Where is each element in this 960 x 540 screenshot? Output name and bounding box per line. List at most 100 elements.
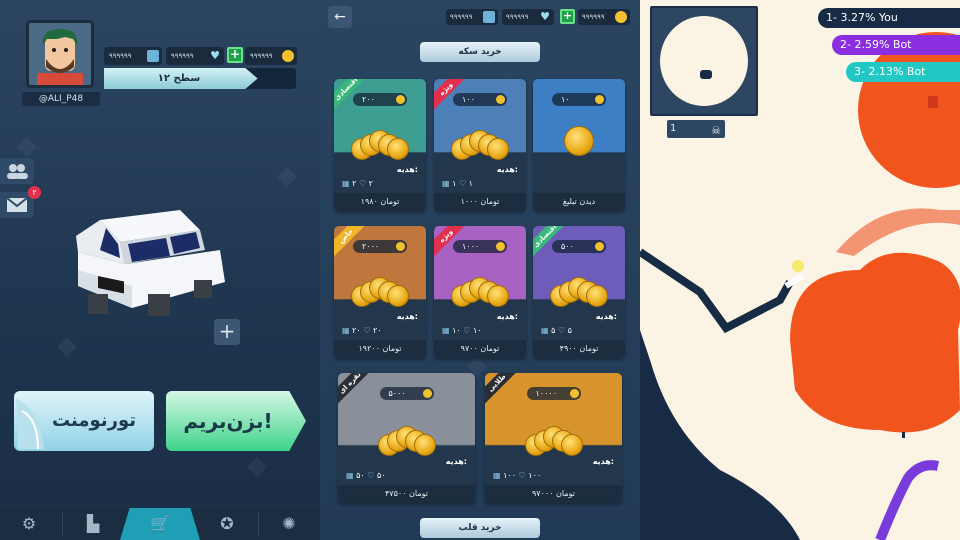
gift-hearts-value: ۱ (468, 179, 473, 188)
tab-achievements[interactable]: ✪ (198, 508, 256, 540)
leaderboard-entry: 3- 2.13% Bot (846, 62, 960, 82)
gems-value: ۹۹۹۹۹۹ (109, 52, 132, 60)
gift-gems-value: ۲ (352, 179, 359, 188)
gems-counter: ۹۹۹۹۹۹ (104, 47, 162, 65)
gem-icon: ▦ (342, 179, 353, 188)
coin-pack-card[interactable]: اقتصادی ۲۰۰ هدیه: ▦ ۲ ♡ ۲ ۱۹۸۰ تومان (334, 79, 426, 211)
tournament-label: تورنومنت (52, 410, 136, 431)
tab-settings[interactable]: ⚙ (0, 508, 58, 540)
gem-icon: ▦ (442, 179, 453, 188)
screenshot-collage: @ALI_P48 ۹۹۹۹۹۹ ۹۹۹۹۹۹ ♥ + ۹۹۹۹۹۹ سطح ۱۲… (0, 0, 960, 540)
coins-section-title: خرید سکه (420, 42, 540, 62)
bottom-tab-bar: ⚙ ▙ 🛒 ✪ ✺ (0, 508, 320, 540)
coin-image (487, 285, 509, 307)
gems-counter: ۹۹۹۹۹۹ (446, 9, 498, 25)
hearts-value: ۹۹۹۹۹۹ (506, 13, 529, 21)
gift-label: هدیه: (595, 312, 617, 321)
gem-icon: ▦ (442, 326, 453, 335)
coin-pack-card[interactable]: طلایی ۱۰۰۰۰ هدیه: ▦ ۱۰۰ ♡ ۱۰۰ ۹۷۰۰۰ تومان (485, 373, 622, 503)
coin-pack-card[interactable]: نقره ای ۵۰۰۰ هدیه: ▦ ۵۰ ♡ ۵۰ ۴۷۵۰۰ تومان (338, 373, 475, 503)
heart-icon: ♡ (363, 326, 373, 335)
add-coins-button[interactable]: + (560, 9, 575, 24)
gift-hearts-value: ۲ (368, 179, 373, 188)
avatar[interactable] (26, 20, 94, 88)
hearts-counter: ۹۹۹۹۹۹ ♥ (166, 47, 224, 65)
username-label: @ALI_P48 (22, 92, 100, 106)
coin-pile-image (334, 226, 426, 358)
gift-rewards: ▦ ۱۰ ♡ ۱۰ (442, 326, 482, 335)
coin-pile-image (338, 373, 475, 503)
level-label: سطح ۱۲ (157, 73, 201, 84)
level-bar: سطح ۱۲ (104, 68, 296, 89)
pack-price: ۴۷۵۰۰ تومان (338, 485, 475, 503)
tab-divider (258, 512, 259, 536)
play-button[interactable]: بزن‌بریم! (166, 391, 306, 451)
coin-pile-image (434, 226, 526, 358)
gift-hearts-value: ۵ (567, 326, 572, 335)
wing-icon (16, 399, 44, 450)
bg-pattern (57, 337, 77, 357)
car-image (76, 210, 225, 316)
gift-hearts-value: ۱۰۰ (528, 471, 542, 480)
heart-icon: ♡ (557, 326, 568, 335)
gift-label: هدیه: (396, 312, 418, 321)
heart-icon: ♡ (358, 179, 369, 188)
tab-customize[interactable]: ✺ (260, 508, 318, 540)
bg-pattern (247, 457, 267, 477)
pack-price: ۱۰۰۰ تومان (434, 193, 526, 211)
play-label: بزن‌بریم! (183, 409, 273, 433)
tab-shop[interactable]: 🛒 (120, 508, 200, 540)
badge-icon: ✪ (220, 514, 234, 533)
pack-price: ۱۹۸۰ تومان (334, 193, 426, 211)
hearts-counter: ۹۹۹۹۹۹ ♥ (502, 9, 554, 25)
players-count: 1 ☠ (667, 120, 725, 138)
coin-image (387, 138, 409, 160)
gem-icon: ▦ (493, 471, 504, 480)
tournament-button[interactable]: تورنومنت (14, 391, 154, 451)
coins-counter: ۹۹۹۹۹۹ (245, 47, 297, 65)
tab-leaderboard[interactable]: ▙ (64, 508, 122, 540)
coin-pack-card[interactable]: ویژه ۱۰۰۰ هدیه: ▦ ۱۰ ♡ ۱۰ ۹۷۰۰ تومان (434, 226, 526, 358)
coins-value: ۹۹۹۹۹۹ (250, 52, 273, 60)
minimap-arena (660, 16, 748, 106)
pack-price: ۹۷۰۰۰ تومان (485, 485, 622, 503)
gift-gems-value: ۱۰ (452, 326, 464, 335)
heart-icon: ♥ (540, 10, 550, 23)
gift-gems-value: ۵۰ (356, 471, 368, 480)
gift-label: هدیه: (496, 165, 518, 174)
gift-hearts-value: ۱۰ (472, 326, 482, 335)
gift-hearts-value: ۲۰ (372, 326, 382, 335)
minimap-player-marker (700, 70, 712, 79)
gift-gems-value: ۱ (452, 179, 459, 188)
coin-pack-card[interactable]: ویژه ۱۰۰ هدیه: ▦ ۱ ♡ ۱ ۱۰۰۰ تومان (434, 79, 526, 211)
gift-rewards: ▦ ۱ ♡ ۱ (442, 179, 473, 188)
heart-icon: ♡ (367, 471, 377, 480)
friends-button[interactable] (0, 158, 34, 184)
gift-rewards: ▦ ۲۰ ♡ ۲۰ (342, 326, 382, 335)
gift-rewards: ▦ ۵۰ ♡ ۵۰ (346, 471, 386, 480)
back-button[interactable]: ← (328, 6, 352, 28)
tab-divider (62, 512, 63, 536)
add-car-button[interactable]: + (214, 319, 240, 345)
gift-rewards: ▦ ۱۰۰ ♡ ۱۰۰ (493, 471, 541, 480)
pack-price: دیدن تبلیغ (533, 193, 625, 211)
gift-label: هدیه: (445, 457, 467, 466)
add-coins-button[interactable]: + (227, 47, 243, 63)
pack-price: ۱۹۲۰۰ تومان (334, 340, 426, 358)
coin-image (586, 285, 608, 307)
gems-value: ۹۹۹۹۹۹ (450, 13, 473, 21)
messages-badge: ۲ (28, 186, 41, 199)
gift-gems-value: ۵ (551, 326, 558, 335)
hearts-value: ۹۹۹۹۹۹ (171, 52, 194, 60)
back-arrow-icon: ← (334, 9, 346, 25)
coin-pack-card[interactable]: خاص ۲۰۰۰ هدیه: ▦ ۲۰ ♡ ۲۰ ۱۹۲۰۰ تومان (334, 226, 426, 358)
coin-image (487, 138, 509, 160)
coin-pack-card[interactable]: ۱۰ دیدن تبلیغ (533, 79, 625, 211)
skull-icon: ☠ (711, 124, 721, 137)
coin-pack-card[interactable]: اقتصادی ۵۰۰ هدیه: ▦ ۵ ♡ ۵ ۴۹۰۰ تومان (533, 226, 625, 358)
gift-label: هدیه: (496, 312, 518, 321)
gear-icon: ⚙ (21, 514, 37, 533)
coin-pile-image (334, 79, 426, 211)
friends-icon (7, 164, 28, 179)
bg-pattern (277, 167, 297, 187)
